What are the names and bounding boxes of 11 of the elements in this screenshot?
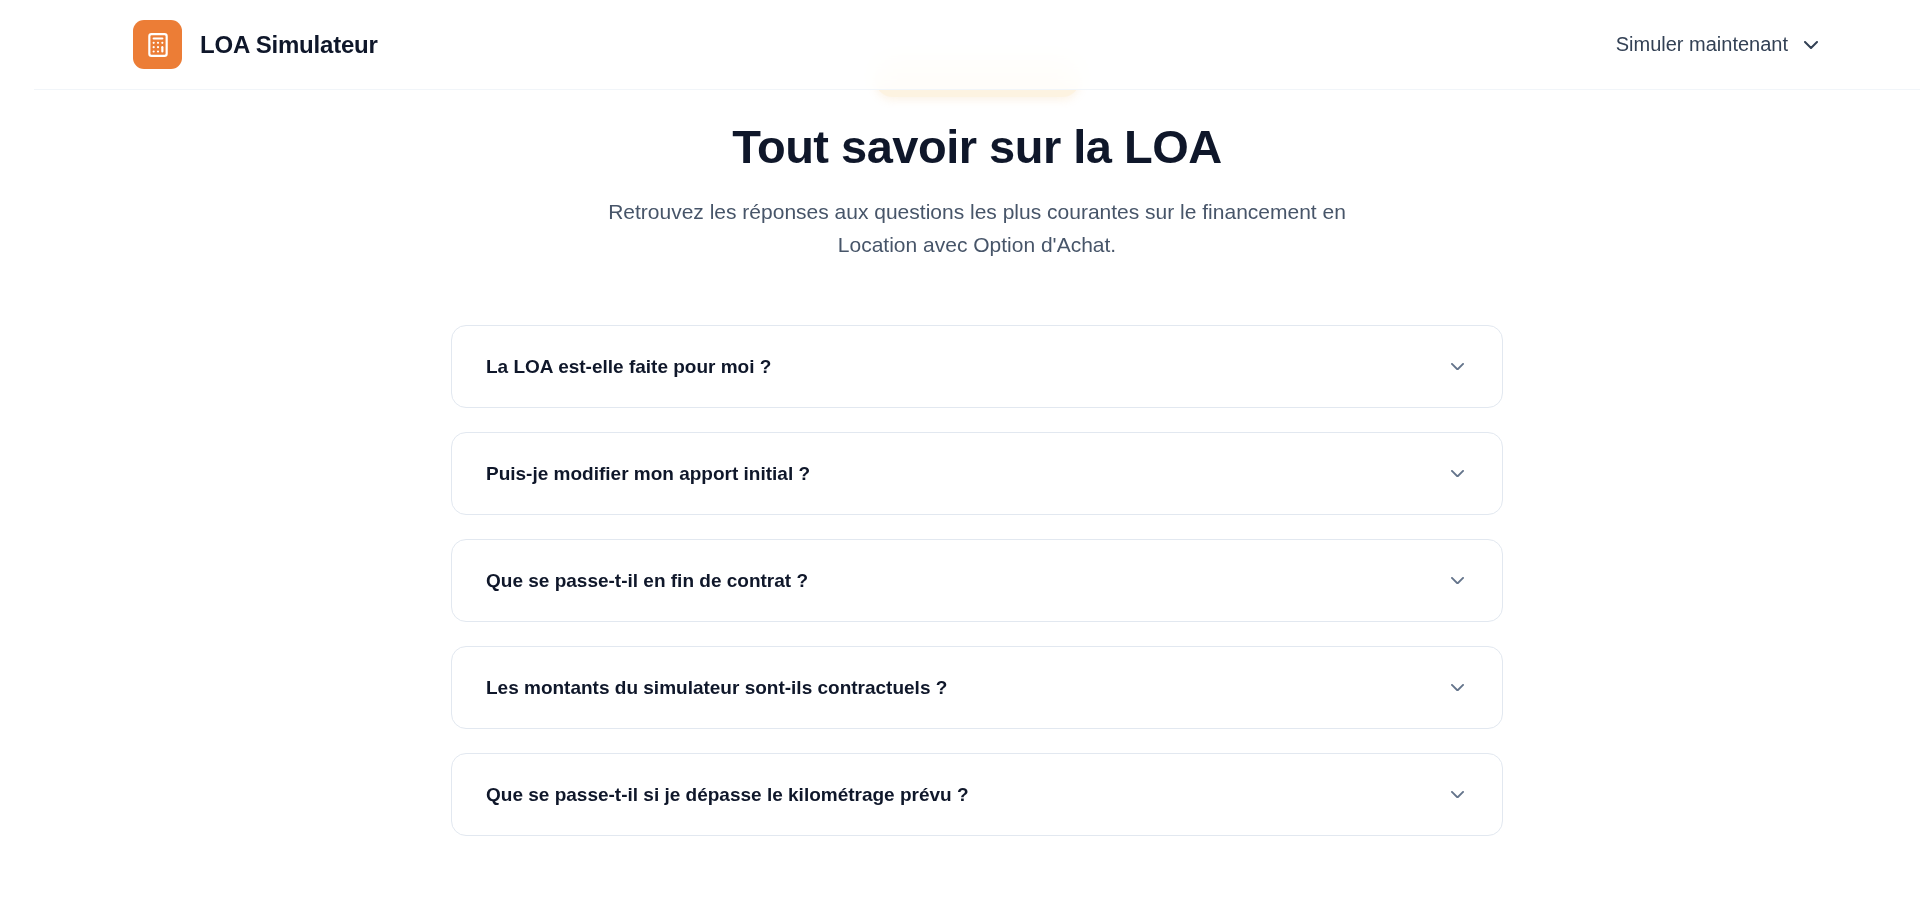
faq-question-button[interactable]: Puis-je modifier mon apport initial ?: [451, 432, 1503, 515]
faq-question-button[interactable]: Que se passe-t-il si je dépasse le kilométrage prévu ?: [451, 753, 1503, 836]
faq-question-button[interactable]: Que se passe-t-il en fin de contrat ?: [451, 539, 1503, 622]
faq-question-button[interactable]: Les montants du simulateur sont-ils contractuels ?: [451, 646, 1503, 729]
chevron-down-icon: [1804, 40, 1818, 49]
calculator-logo-icon: [133, 20, 182, 69]
page-subtitle: Retrouvez les réponses aux questions les plus courantes sur le financement en Location avec Option d'Achat.: [607, 199, 1347, 258]
faq-question-button[interactable]: La LOA est-elle faite pour moi ?: [451, 325, 1503, 408]
page-title: Tout savoir sur la LOA: [732, 119, 1222, 175]
brand-name: LOA Simulateur: [200, 30, 378, 59]
simulate-menu-button[interactable]: Simuler maintenant: [1615, 27, 1821, 62]
